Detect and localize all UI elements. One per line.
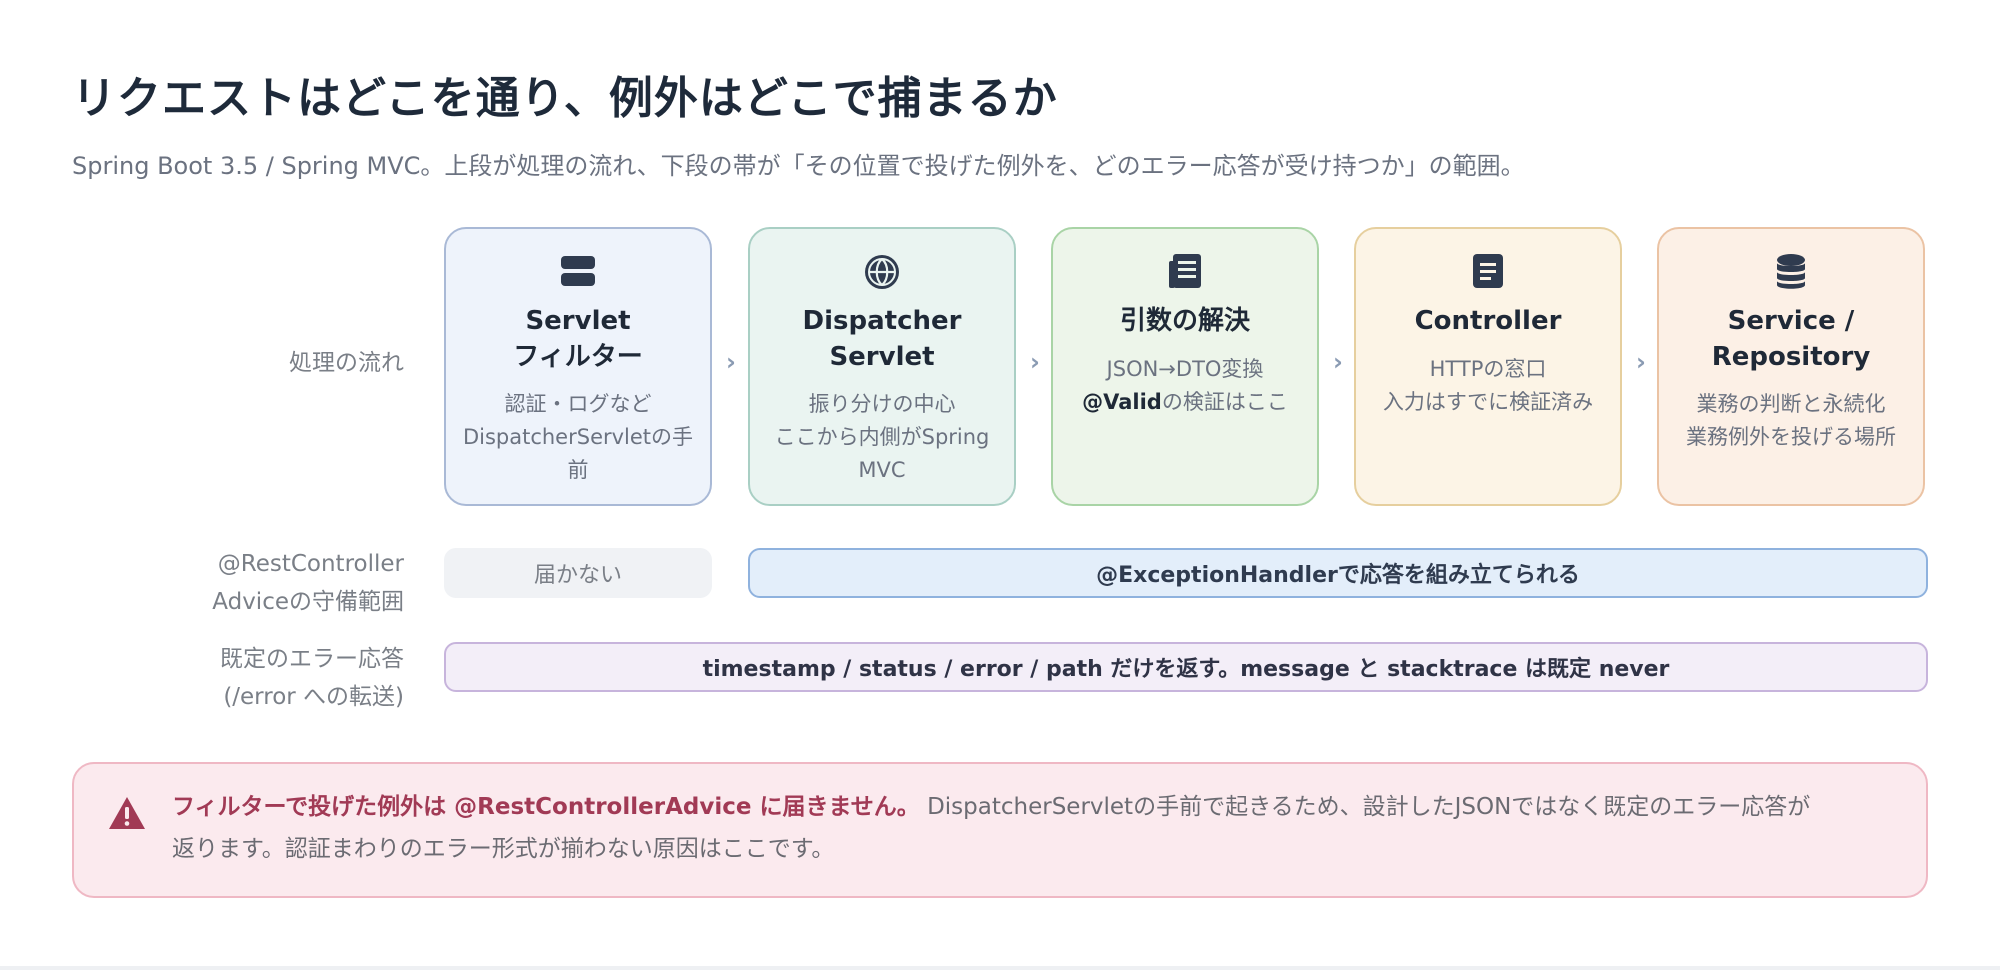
row-label-default-2: (/error への転送) [223,684,404,710]
page-title: リクエストはどこを通り、例外はどこで捕まるか [72,73,1058,124]
document-icon [1053,253,1317,293]
warning-callout: フィルターで投げた例外は @RestControllerAdvice に届きませ… [72,762,1928,898]
server-icon [446,253,710,293]
row-label-advice-1: @RestController [217,551,404,577]
band-not-reached: 届かない [444,548,712,598]
chevron-right-icon: › [1636,348,1646,376]
stage-description: HTTPの窓口 入力はすでに検証済み [1382,357,1594,414]
stage-description: 認証・ログなど DispatcherServletの手 前 [462,392,694,482]
callout-text: フィルターで投げた例外は @RestControllerAdvice に届きませ… [172,794,1811,862]
stage-dispatcher-servlet: Dispatcher Servlet 振り分けの中心 ここから内側がSpring… [748,227,1016,506]
band-default-error: timestamp / status / error / path だけを返す。… [444,642,1928,692]
diagram-page: リクエストはどこを通り、例外はどこで捕まるか Spring Boot 3.5 /… [0,0,2000,970]
chevron-right-icon: › [1030,348,1040,376]
stage-name: Dispatcher Servlet [802,306,962,372]
page-subtitle: Spring Boot 3.5 / Spring MVC。上段が処理の流れ、下段… [72,152,1525,180]
row-label-flow: 処理の流れ [289,350,404,376]
row-label-advice-2: Adviceの守備範囲 [212,589,404,615]
stage-name: Service / Repository [1711,306,1871,372]
stage-argument-resolution: 引数の解決 JSON→DTO変換 @Validの検証はここ [1051,227,1319,506]
row-label-default-1: 既定のエラー応答 [220,646,404,672]
file-icon [1356,253,1620,293]
stage-name: Servlet フィルター [513,306,643,372]
stage-name: 引数の解決 [1119,306,1250,336]
bottom-divider [0,966,2000,970]
stage-description: 業務の判断と永続化 業務例外を投げる場所 [1686,392,1896,449]
stage-servlet-filter: Servlet フィルター 認証・ログなど DispatcherServletの… [444,227,712,506]
chevron-right-icon: › [1333,348,1343,376]
globe-icon [750,253,1014,293]
chevron-right-icon: › [726,348,736,376]
stage-description: JSON→DTO変換 @Validの検証はここ [1082,357,1288,414]
stage-controller: Controller HTTPの窓口 入力はすでに検証済み [1354,227,1622,506]
callout-strong: フィルターで投げた例外は @RestControllerAdvice に届きませ… [172,794,920,820]
stage-service-repository: Service / Repository 業務の判断と永続化 業務例外を投げる場… [1657,227,1925,506]
band-exception-handler: @ExceptionHandlerで応答を組み立てられる [748,548,1928,598]
stage-name: Controller [1414,306,1562,336]
stage-description: 振り分けの中心 ここから内側がSpring MVC [774,392,990,482]
database-icon [1659,253,1923,293]
warning-icon [108,796,146,834]
